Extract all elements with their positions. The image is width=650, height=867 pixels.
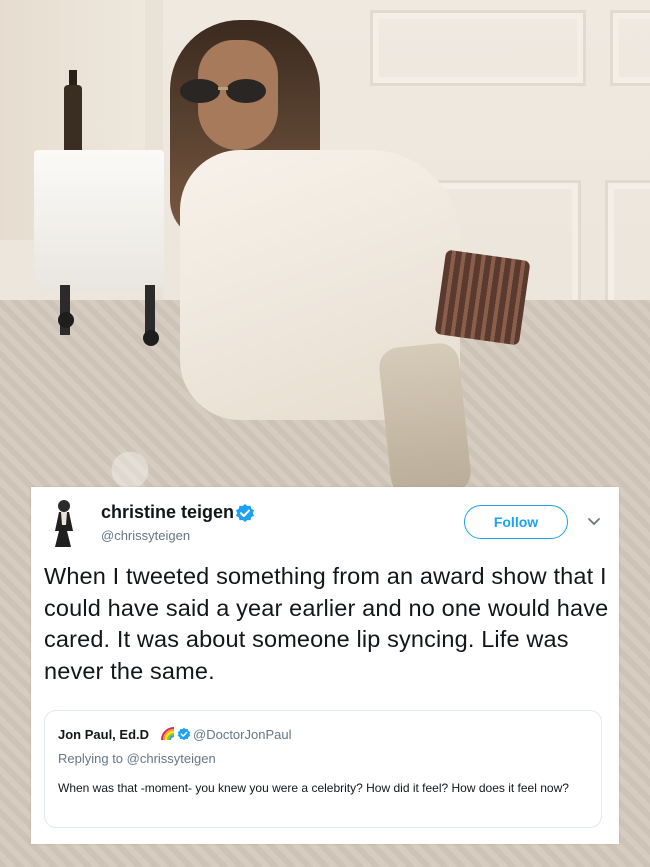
follow-button[interactable]: Follow [464, 505, 568, 539]
table-wheel [143, 330, 159, 346]
display-name[interactable]: christine teigen [101, 502, 234, 523]
wall-panel [610, 10, 650, 86]
handbag [434, 249, 531, 346]
tweet-text: When I tweeted something from an award s… [44, 563, 609, 684]
handle[interactable]: @chrissyteigen [101, 528, 190, 543]
quoted-display-name[interactable]: Jon Paul, Ed.D [58, 727, 149, 742]
table-wheel [58, 312, 74, 328]
side-table [34, 150, 164, 290]
wall-panel [370, 10, 586, 86]
quoted-handle[interactable]: @DoctorJonPaul [193, 727, 291, 742]
avatar[interactable] [49, 497, 79, 549]
replying-to[interactable]: Replying to @chrissyteigen [58, 751, 216, 766]
quoted-tweet-text: When was that -moment- you knew you were… [58, 781, 569, 795]
rainbow-icon [161, 727, 175, 741]
table-leg [145, 285, 155, 335]
wine-bottle [64, 85, 82, 155]
verified-badge-icon [236, 504, 254, 522]
verified-badge-icon [177, 727, 191, 741]
sunglasses [180, 79, 266, 103]
chevron-down-icon[interactable] [587, 517, 601, 527]
boot [377, 341, 473, 499]
